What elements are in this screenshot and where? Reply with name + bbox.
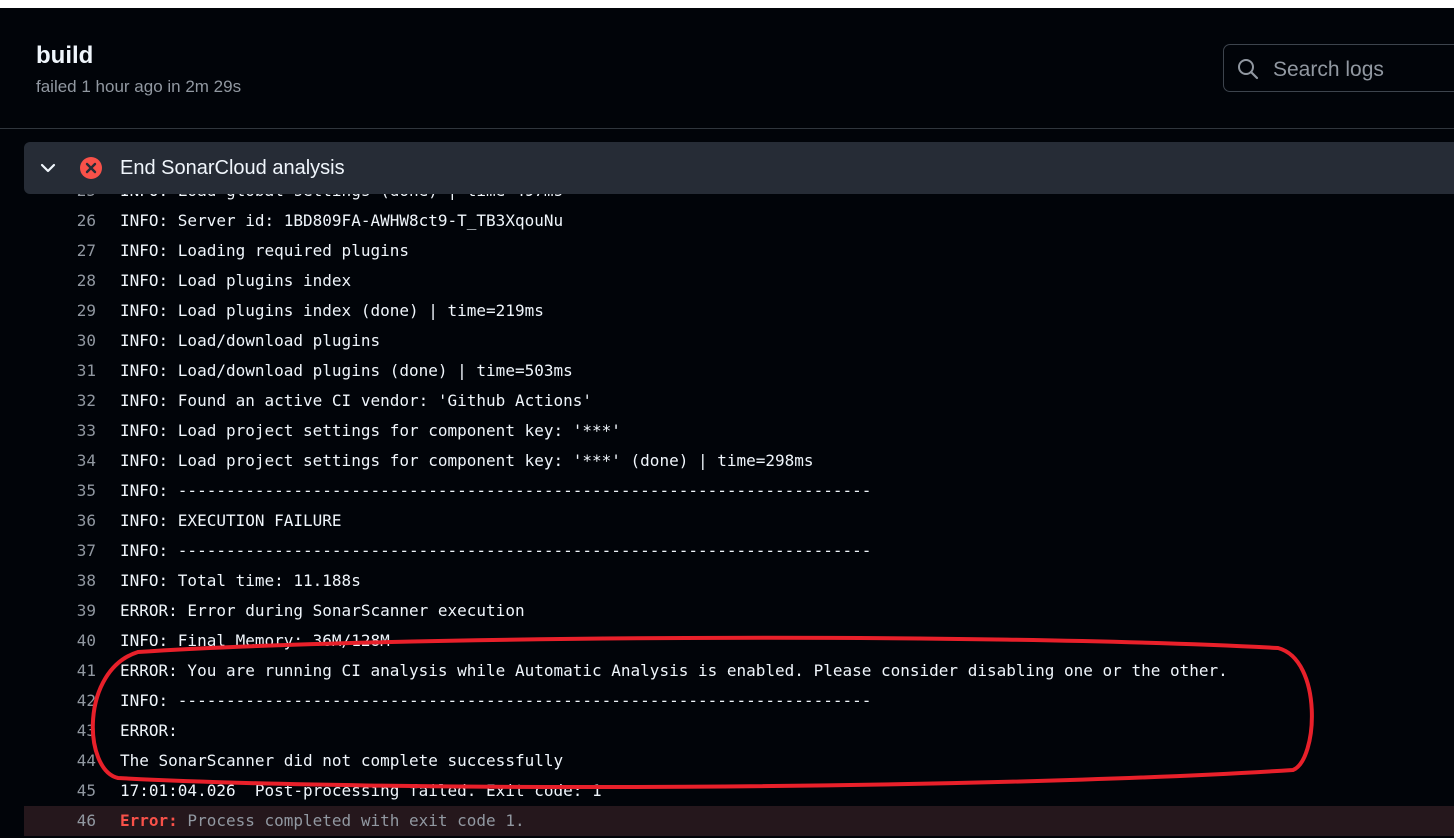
line-number: 28 [76, 271, 96, 290]
job-header: build failed 1 hour ago in 2m 29s Search… [0, 8, 1454, 129]
job-status: failed 1 hour ago in 2m 29s [36, 77, 242, 96]
log-text: ERROR: [120, 721, 178, 740]
log-text: INFO: ----------------------------------… [120, 691, 872, 710]
log-row: 39 ERROR: Error during SonarScanner execu… [24, 596, 1454, 626]
line-number: 44 [76, 751, 96, 770]
line-number: 26 [76, 211, 96, 230]
log-row: 29 INFO: Load plugins index (done) | time… [24, 296, 1454, 326]
failed-status-icon [80, 157, 102, 179]
log-row: 27 INFO: Loading required plugins [24, 236, 1454, 266]
log-row: 44 The SonarScanner did not complete succ… [24, 746, 1454, 776]
log-viewer[interactable]: 25INFO: Load global settings (done) | ti… [0, 129, 1454, 838]
error-label: Error: [120, 811, 178, 830]
log-text: INFO: Load/download plugins (done) | tim… [120, 361, 573, 380]
line-number: 46 [76, 811, 96, 830]
line-number: 39 [76, 601, 96, 620]
log-row: 26 INFO: Server id: 1BD809FA-AWHW8ct9-T_T… [24, 206, 1454, 236]
log-row: 30 INFO: Load/download plugins [24, 326, 1454, 356]
log-row-error: 46 Error: Process completed with exit co… [24, 806, 1454, 836]
log-text: INFO: Load project settings for componen… [120, 421, 621, 440]
line-number: 32 [76, 391, 96, 410]
log-row: 33 INFO: Load project settings for compon… [24, 416, 1454, 446]
log-text: INFO: EXECUTION FAILURE [120, 511, 342, 530]
log-text: INFO: Load plugins index [120, 271, 352, 290]
line-number: 31 [76, 361, 96, 380]
line-number: 37 [76, 541, 96, 560]
log-text: INFO: Found an active CI vendor: 'Github… [120, 391, 593, 410]
step-title: End SonarCloud analysis [120, 157, 345, 179]
chevron-down-icon[interactable] [39, 159, 57, 177]
log-text: INFO: ----------------------------------… [120, 481, 872, 500]
log-row: 31 INFO: Load/download plugins (done) | t… [24, 356, 1454, 386]
line-number: 30 [76, 331, 96, 350]
line-number: 41 [76, 661, 96, 680]
search-placeholder: Search logs [1273, 58, 1384, 81]
line-number: 33 [76, 421, 96, 440]
log-text: The SonarScanner did not complete succes… [120, 751, 564, 770]
log-row: 28 INFO: Load plugins index [24, 266, 1454, 296]
line-number: 42 [76, 691, 96, 710]
log-text: INFO: Final Memory: 36M/128M [120, 631, 390, 650]
log-row: 35 INFO: --------------------------------… [24, 476, 1454, 506]
search-icon [1238, 59, 1259, 80]
line-number: 35 [76, 481, 96, 500]
log-text: INFO: Load project settings for componen… [120, 451, 814, 470]
step-header[interactable]: End SonarCloud analysis [24, 142, 1454, 194]
log-text: ERROR: Error during SonarScanner executi… [120, 601, 525, 620]
log-row: 37 INFO: --------------------------------… [24, 536, 1454, 566]
job-title: build [36, 42, 94, 69]
line-number: 45 [76, 781, 96, 800]
line-number: 34 [76, 451, 96, 470]
log-row: 36 INFO: EXECUTION FAILURE [24, 506, 1454, 536]
log-row: 41 ERROR: You are running CI analysis whi… [24, 656, 1454, 686]
log-row: 42 INFO: --------------------------------… [24, 686, 1454, 716]
search-logs-input[interactable]: Search logs [1223, 44, 1454, 92]
log-text: 17:01:04.026 Post-processing failed. Exi… [120, 781, 602, 800]
line-number: 27 [76, 241, 96, 260]
log-text: INFO: Load/download plugins [120, 331, 381, 350]
log-row: 45 17:01:04.026 Post-processing failed. E… [24, 776, 1454, 806]
line-number: 43 [76, 721, 96, 740]
log-row: 38 INFO: Total time: 11.188s [24, 566, 1454, 596]
log-text: INFO: ----------------------------------… [120, 541, 872, 560]
line-number: 29 [76, 301, 96, 320]
log-text: ERROR: You are running CI analysis while… [120, 661, 1228, 680]
log-text: INFO: Load plugins index (done) | time=2… [120, 301, 544, 320]
log-text: INFO: Total time: 11.188s [120, 571, 361, 590]
line-number: 38 [76, 571, 96, 590]
error-text: Process completed with exit code 1. [177, 811, 525, 830]
log-text: INFO: Loading required plugins [120, 241, 409, 260]
log-text: Error: Process completed with exit code … [120, 806, 525, 836]
line-number: 40 [76, 631, 96, 650]
log-row: 32 INFO: Found an active CI vendor: 'Gith… [24, 386, 1454, 416]
log-row: 43 ERROR: [24, 716, 1454, 746]
top-border [0, 0, 1454, 8]
log-text: INFO: Server id: 1BD809FA-AWHW8ct9-T_TB3… [120, 211, 564, 230]
log-row: 40 INFO: Final Memory: 36M/128M [24, 626, 1454, 656]
log-row: 34 INFO: Load project settings for compon… [24, 446, 1454, 476]
line-number: 36 [76, 511, 96, 530]
